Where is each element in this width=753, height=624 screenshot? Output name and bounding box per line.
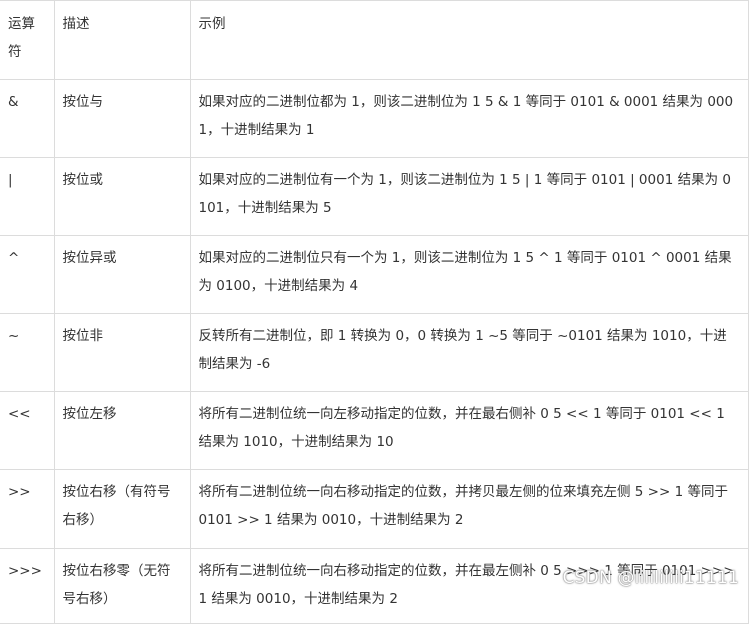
header-example: 示例: [189, 0, 749, 80]
example-cell: 如果对应的二进制位有一个为 1，则该二进制位为 1 5 | 1 等同于 0101…: [189, 157, 749, 236]
example-cell: 如果对应的二进制位都为 1，则该二进制位为 1 5 & 1 等同于 0101 &…: [189, 79, 749, 158]
table-header-row: 运算符 描述 示例: [0, 0, 749, 80]
operator-cell: >>: [0, 469, 55, 549]
description-cell: 按位右移（有符号右移）: [53, 469, 191, 549]
header-description: 描述: [53, 0, 191, 80]
example-cell: 将所有二进制位统一向左移动指定的位数，并在最右侧补 0 5 << 1 等同于 0…: [189, 391, 749, 470]
table-row: ^ 按位异或 如果对应的二进制位只有一个为 1，则该二进制位为 1 5 ^ 1 …: [0, 235, 749, 314]
header-operator: 运算符: [0, 0, 55, 80]
example-cell: 反转所有二进制位，即 1 转换为 0，0 转换为 1 ~5 等同于 ~0101 …: [189, 313, 749, 392]
example-cell: 将所有二进制位统一向右移动指定的位数，并拷贝最左侧的位来填充左侧 5 >> 1 …: [189, 469, 749, 549]
operator-cell: <<: [0, 391, 55, 470]
description-cell: 按位或: [53, 157, 191, 236]
operator-cell: >>>: [0, 548, 55, 624]
operator-table: 运算符 描述 示例 & 按位与 如果对应的二进制位都为 1，则该二进制位为 1 …: [0, 0, 749, 624]
table-row: >> 按位右移（有符号右移） 将所有二进制位统一向右移动指定的位数，并拷贝最左侧…: [0, 469, 749, 549]
example-cell: 如果对应的二进制位只有一个为 1，则该二进制位为 1 5 ^ 1 等同于 010…: [189, 235, 749, 314]
table-row: ~ 按位非 反转所有二进制位，即 1 转换为 0，0 转换为 1 ~5 等同于 …: [0, 313, 749, 392]
table-row: & 按位与 如果对应的二进制位都为 1，则该二进制位为 1 5 & 1 等同于 …: [0, 79, 749, 158]
description-cell: 按位左移: [53, 391, 191, 470]
table-row: | 按位或 如果对应的二进制位有一个为 1，则该二进制位为 1 5 | 1 等同…: [0, 157, 749, 236]
csdn-watermark: CSDN @lilililili11111: [562, 568, 739, 588]
description-cell: 按位非: [53, 313, 191, 392]
description-cell: 按位与: [53, 79, 191, 158]
operator-cell: &: [0, 79, 55, 158]
description-cell: 按位异或: [53, 235, 191, 314]
table-row: << 按位左移 将所有二进制位统一向左移动指定的位数，并在最右侧补 0 5 <<…: [0, 391, 749, 470]
operator-cell: ^: [0, 235, 55, 314]
operator-cell: |: [0, 157, 55, 236]
operator-cell: ~: [0, 313, 55, 392]
description-cell: 按位右移零（无符号右移）: [53, 548, 191, 624]
